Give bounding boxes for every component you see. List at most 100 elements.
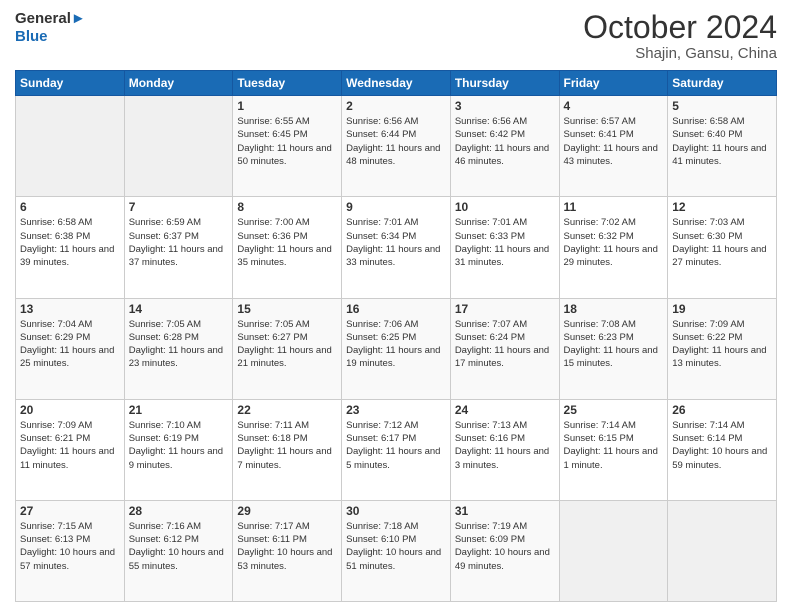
day-number: 30 [346, 504, 446, 518]
day-info: Sunrise: 6:56 AM Sunset: 6:42 PM Dayligh… [455, 115, 555, 168]
day-info: Sunrise: 7:12 AM Sunset: 6:17 PM Dayligh… [346, 419, 446, 472]
day-info: Sunrise: 7:16 AM Sunset: 6:12 PM Dayligh… [129, 520, 229, 573]
table-row: 24 Sunrise: 7:13 AM Sunset: 6:16 PM Dayli… [450, 399, 559, 500]
day-number: 14 [129, 302, 229, 316]
day-info: Sunrise: 7:04 AM Sunset: 6:29 PM Dayligh… [20, 318, 120, 371]
day-number: 20 [20, 403, 120, 417]
day-number: 13 [20, 302, 120, 316]
day-info: Sunrise: 7:18 AM Sunset: 6:10 PM Dayligh… [346, 520, 446, 573]
col-thursday: Thursday [450, 71, 559, 96]
table-row [124, 96, 233, 197]
table-row [16, 96, 125, 197]
day-info: Sunrise: 7:09 AM Sunset: 6:22 PM Dayligh… [672, 318, 772, 371]
table-row: 11 Sunrise: 7:02 AM Sunset: 6:32 PM Dayli… [559, 197, 668, 298]
table-row: 12 Sunrise: 7:03 AM Sunset: 6:30 PM Dayli… [668, 197, 777, 298]
table-row: 9 Sunrise: 7:01 AM Sunset: 6:34 PM Daylig… [342, 197, 451, 298]
table-row: 1 Sunrise: 6:55 AM Sunset: 6:45 PM Daylig… [233, 96, 342, 197]
table-row: 3 Sunrise: 6:56 AM Sunset: 6:42 PM Daylig… [450, 96, 559, 197]
col-wednesday: Wednesday [342, 71, 451, 96]
calendar-header-row: Sunday Monday Tuesday Wednesday Thursday… [16, 71, 777, 96]
day-number: 4 [564, 99, 664, 113]
subtitle: Shajin, Gansu, China [583, 45, 777, 62]
day-info: Sunrise: 7:01 AM Sunset: 6:34 PM Dayligh… [346, 216, 446, 269]
day-number: 25 [564, 403, 664, 417]
table-row: 22 Sunrise: 7:11 AM Sunset: 6:18 PM Dayli… [233, 399, 342, 500]
col-monday: Monday [124, 71, 233, 96]
day-number: 21 [129, 403, 229, 417]
table-row: 31 Sunrise: 7:19 AM Sunset: 6:09 PM Dayli… [450, 500, 559, 601]
day-number: 29 [237, 504, 337, 518]
page: General► Blue October 2024 Shajin, Gansu… [0, 0, 792, 612]
table-row [668, 500, 777, 601]
col-sunday: Sunday [16, 71, 125, 96]
day-info: Sunrise: 7:19 AM Sunset: 6:09 PM Dayligh… [455, 520, 555, 573]
day-number: 8 [237, 200, 337, 214]
day-number: 28 [129, 504, 229, 518]
table-row: 10Sunrise: 7:01 AM Sunset: 6:33 PM Dayli… [450, 197, 559, 298]
day-number: 10 [455, 200, 555, 214]
table-row: 8 Sunrise: 7:00 AM Sunset: 6:36 PM Daylig… [233, 197, 342, 298]
col-friday: Friday [559, 71, 668, 96]
day-number: 11 [564, 200, 664, 214]
table-row: 18 Sunrise: 7:08 AM Sunset: 6:23 PM Dayli… [559, 298, 668, 399]
table-row: 16Sunrise: 7:06 AM Sunset: 6:25 PM Dayli… [342, 298, 451, 399]
day-info: Sunrise: 6:58 AM Sunset: 6:38 PM Dayligh… [20, 216, 120, 269]
day-info: Sunrise: 7:10 AM Sunset: 6:19 PM Dayligh… [129, 419, 229, 472]
table-row [559, 500, 668, 601]
day-info: Sunrise: 7:14 AM Sunset: 6:14 PM Dayligh… [672, 419, 772, 472]
day-info: Sunrise: 7:06 AM Sunset: 6:25 PM Dayligh… [346, 318, 446, 371]
logo-text: General► Blue [15, 10, 86, 46]
table-row: 23Sunrise: 7:12 AM Sunset: 6:17 PM Dayli… [342, 399, 451, 500]
table-row: 26Sunrise: 7:14 AM Sunset: 6:14 PM Dayli… [668, 399, 777, 500]
calendar-week-row: 27 Sunrise: 7:15 AM Sunset: 6:13 PM Dayli… [16, 500, 777, 601]
table-row: 20 Sunrise: 7:09 AM Sunset: 6:21 PM Dayli… [16, 399, 125, 500]
day-number: 5 [672, 99, 772, 113]
day-info: Sunrise: 7:03 AM Sunset: 6:30 PM Dayligh… [672, 216, 772, 269]
day-number: 3 [455, 99, 555, 113]
day-number: 1 [237, 99, 337, 113]
header: General► Blue October 2024 Shajin, Gansu… [15, 10, 777, 62]
day-number: 27 [20, 504, 120, 518]
table-row: 5Sunrise: 6:58 AM Sunset: 6:40 PM Daylig… [668, 96, 777, 197]
day-number: 19 [672, 302, 772, 316]
day-info: Sunrise: 7:14 AM Sunset: 6:15 PM Dayligh… [564, 419, 664, 472]
col-tuesday: Tuesday [233, 71, 342, 96]
logo: General► Blue [15, 10, 86, 46]
day-info: Sunrise: 7:07 AM Sunset: 6:24 PM Dayligh… [455, 318, 555, 371]
day-number: 12 [672, 200, 772, 214]
table-row: 30 Sunrise: 7:18 AM Sunset: 6:10 PM Dayli… [342, 500, 451, 601]
calendar-week-row: 20 Sunrise: 7:09 AM Sunset: 6:21 PM Dayli… [16, 399, 777, 500]
day-info: Sunrise: 7:00 AM Sunset: 6:36 PM Dayligh… [237, 216, 337, 269]
day-number: 18 [564, 302, 664, 316]
day-info: Sunrise: 7:09 AM Sunset: 6:21 PM Dayligh… [20, 419, 120, 472]
day-info: Sunrise: 6:57 AM Sunset: 6:41 PM Dayligh… [564, 115, 664, 168]
calendar: Sunday Monday Tuesday Wednesday Thursday… [15, 70, 777, 602]
table-row: 17Sunrise: 7:07 AM Sunset: 6:24 PM Dayli… [450, 298, 559, 399]
day-number: 2 [346, 99, 446, 113]
col-saturday: Saturday [668, 71, 777, 96]
table-row: 21 Sunrise: 7:10 AM Sunset: 6:19 PM Dayli… [124, 399, 233, 500]
table-row: 29 Sunrise: 7:17 AM Sunset: 6:11 PM Dayli… [233, 500, 342, 601]
day-number: 9 [346, 200, 446, 214]
day-info: Sunrise: 6:55 AM Sunset: 6:45 PM Dayligh… [237, 115, 337, 168]
day-number: 24 [455, 403, 555, 417]
table-row: 25 Sunrise: 7:14 AM Sunset: 6:15 PM Dayli… [559, 399, 668, 500]
table-row: 7 Sunrise: 6:59 AM Sunset: 6:37 PM Daylig… [124, 197, 233, 298]
day-number: 31 [455, 504, 555, 518]
table-row: 27 Sunrise: 7:15 AM Sunset: 6:13 PM Dayli… [16, 500, 125, 601]
table-row: 13 Sunrise: 7:04 AM Sunset: 6:29 PM Dayli… [16, 298, 125, 399]
day-number: 22 [237, 403, 337, 417]
day-number: 7 [129, 200, 229, 214]
day-info: Sunrise: 7:15 AM Sunset: 6:13 PM Dayligh… [20, 520, 120, 573]
month-title: October 2024 [583, 10, 777, 45]
day-info: Sunrise: 7:08 AM Sunset: 6:23 PM Dayligh… [564, 318, 664, 371]
table-row: 6Sunrise: 6:58 AM Sunset: 6:38 PM Daylig… [16, 197, 125, 298]
day-info: Sunrise: 7:17 AM Sunset: 6:11 PM Dayligh… [237, 520, 337, 573]
day-info: Sunrise: 7:11 AM Sunset: 6:18 PM Dayligh… [237, 419, 337, 472]
day-info: Sunrise: 6:59 AM Sunset: 6:37 PM Dayligh… [129, 216, 229, 269]
table-row: 19 Sunrise: 7:09 AM Sunset: 6:22 PM Dayli… [668, 298, 777, 399]
table-row: 15Sunrise: 7:05 AM Sunset: 6:27 PM Dayli… [233, 298, 342, 399]
day-info: Sunrise: 7:02 AM Sunset: 6:32 PM Dayligh… [564, 216, 664, 269]
day-info: Sunrise: 7:05 AM Sunset: 6:27 PM Dayligh… [237, 318, 337, 371]
day-info: Sunrise: 7:13 AM Sunset: 6:16 PM Dayligh… [455, 419, 555, 472]
